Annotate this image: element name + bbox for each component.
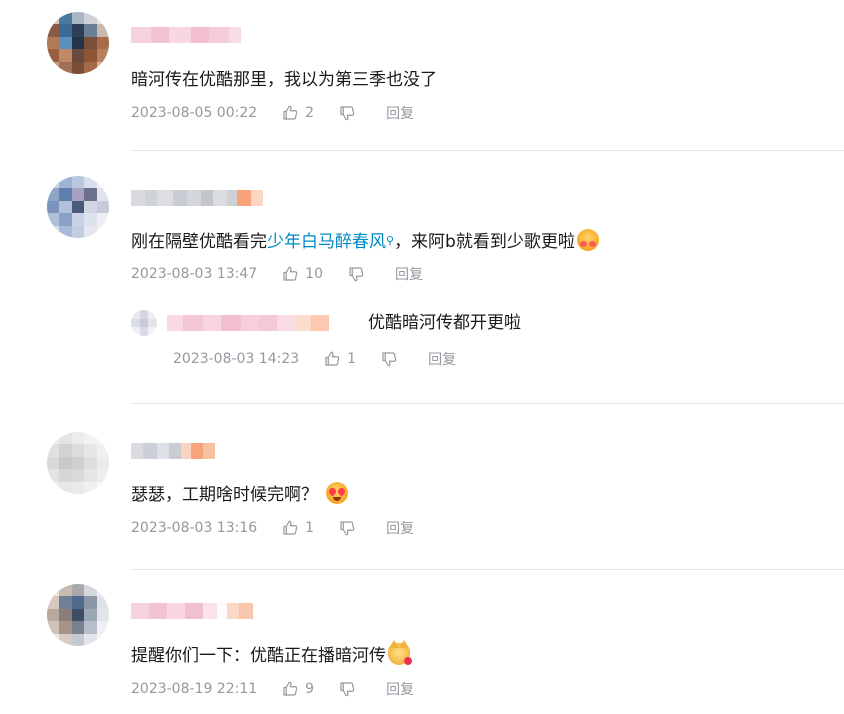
avatar[interactable] bbox=[47, 432, 109, 494]
like-count: 1 bbox=[305, 520, 315, 536]
like-button[interactable]: 1 bbox=[323, 350, 356, 368]
like-button[interactable]: 1 bbox=[281, 519, 314, 537]
thumbs-up-icon bbox=[283, 266, 298, 281]
like-button[interactable]: 10 bbox=[281, 265, 323, 283]
dislike-button[interactable] bbox=[338, 519, 362, 537]
dislike-button[interactable] bbox=[338, 680, 362, 698]
comment-text-before: 刚在隔壁优酷看完 bbox=[131, 232, 267, 252]
comment-time: 2023-08-19 22:11 bbox=[131, 681, 258, 697]
comment-meta: 2023-08-19 22:11 9 回复 bbox=[131, 679, 414, 699]
comment-time: 2023-08-05 00:22 bbox=[131, 105, 258, 121]
hugging-face-emoji bbox=[576, 229, 599, 251]
divider bbox=[131, 403, 844, 404]
comment-text: 暗河传在优酷那里，我以为第三季也没了 bbox=[131, 70, 437, 90]
like-count: 10 bbox=[305, 266, 323, 282]
username[interactable] bbox=[131, 25, 241, 45]
like-count: 2 bbox=[305, 105, 315, 121]
reply-button[interactable]: 回复 bbox=[386, 518, 414, 538]
sub-reply-avatar[interactable] bbox=[131, 310, 157, 336]
thumbs-up-icon bbox=[283, 520, 298, 535]
sub-reply-text: 优酷暗河传都开更啦 bbox=[368, 313, 521, 333]
thumbs-down-icon bbox=[382, 352, 397, 367]
avatar[interactable] bbox=[47, 12, 109, 74]
comment-text-after: ，来阿b就看到少歌更啦 bbox=[394, 232, 575, 252]
reply-button[interactable]: 回复 bbox=[428, 349, 456, 369]
avatar[interactable] bbox=[47, 176, 109, 238]
reply-button[interactable]: 回复 bbox=[386, 103, 414, 123]
like-count: 9 bbox=[305, 681, 315, 697]
comment-text-content: 瑟瑟，工期啥时候完啊？ bbox=[131, 485, 318, 505]
thumbs-up-icon bbox=[283, 105, 298, 120]
username[interactable] bbox=[131, 188, 263, 208]
comment-time: 2023-08-03 13:16 bbox=[131, 520, 258, 536]
like-count: 1 bbox=[347, 351, 357, 367]
comment-time: 2023-08-03 13:47 bbox=[131, 266, 258, 282]
like-button[interactable]: 2 bbox=[281, 104, 314, 122]
thumbs-down-icon bbox=[340, 521, 355, 536]
cat-with-rose-emoji bbox=[388, 640, 412, 665]
thumbs-down-icon bbox=[349, 267, 364, 282]
reply-button[interactable]: 回复 bbox=[386, 679, 414, 699]
comment-meta: 2023-08-05 00:22 2 回复 bbox=[131, 103, 414, 123]
comment-meta: 2023-08-03 13:16 1 回复 bbox=[131, 518, 414, 538]
comment-text: 刚在隔壁优酷看完少年白马醉春风⚲，来阿b就看到少歌更啦 bbox=[131, 229, 599, 254]
thumbs-down-icon bbox=[340, 682, 355, 697]
username[interactable] bbox=[131, 441, 215, 461]
sub-reply-username[interactable] bbox=[167, 313, 329, 333]
comment-meta: 2023-08-03 13:47 10 回复 bbox=[131, 264, 423, 284]
search-link[interactable]: 少年白马醉春风 bbox=[267, 232, 386, 252]
dislike-button[interactable] bbox=[347, 265, 371, 283]
thumbs-down-icon bbox=[340, 106, 355, 121]
sub-reply-time: 2023-08-03 14:23 bbox=[173, 351, 300, 367]
avatar[interactable] bbox=[47, 584, 109, 646]
thumbs-up-icon bbox=[325, 351, 340, 366]
divider bbox=[131, 150, 844, 151]
thumbs-up-icon bbox=[283, 681, 298, 696]
comment-text: 瑟瑟，工期啥时候完啊？ bbox=[131, 482, 348, 507]
dislike-button[interactable] bbox=[338, 104, 362, 122]
reply-button[interactable]: 回复 bbox=[395, 264, 423, 284]
heart-eyes-emoji bbox=[326, 482, 348, 504]
username[interactable] bbox=[131, 601, 253, 621]
comment-text-content: 提醒你们一下：优酷正在播暗河传 bbox=[131, 646, 386, 666]
divider bbox=[131, 569, 844, 570]
sub-reply-meta: 2023-08-03 14:23 1 回复 bbox=[173, 349, 456, 369]
dislike-button[interactable] bbox=[380, 350, 404, 368]
comment-text: 提醒你们一下：优酷正在播暗河传 bbox=[131, 640, 412, 668]
search-icon[interactable]: ⚲ bbox=[386, 234, 394, 247]
like-button[interactable]: 9 bbox=[281, 680, 314, 698]
